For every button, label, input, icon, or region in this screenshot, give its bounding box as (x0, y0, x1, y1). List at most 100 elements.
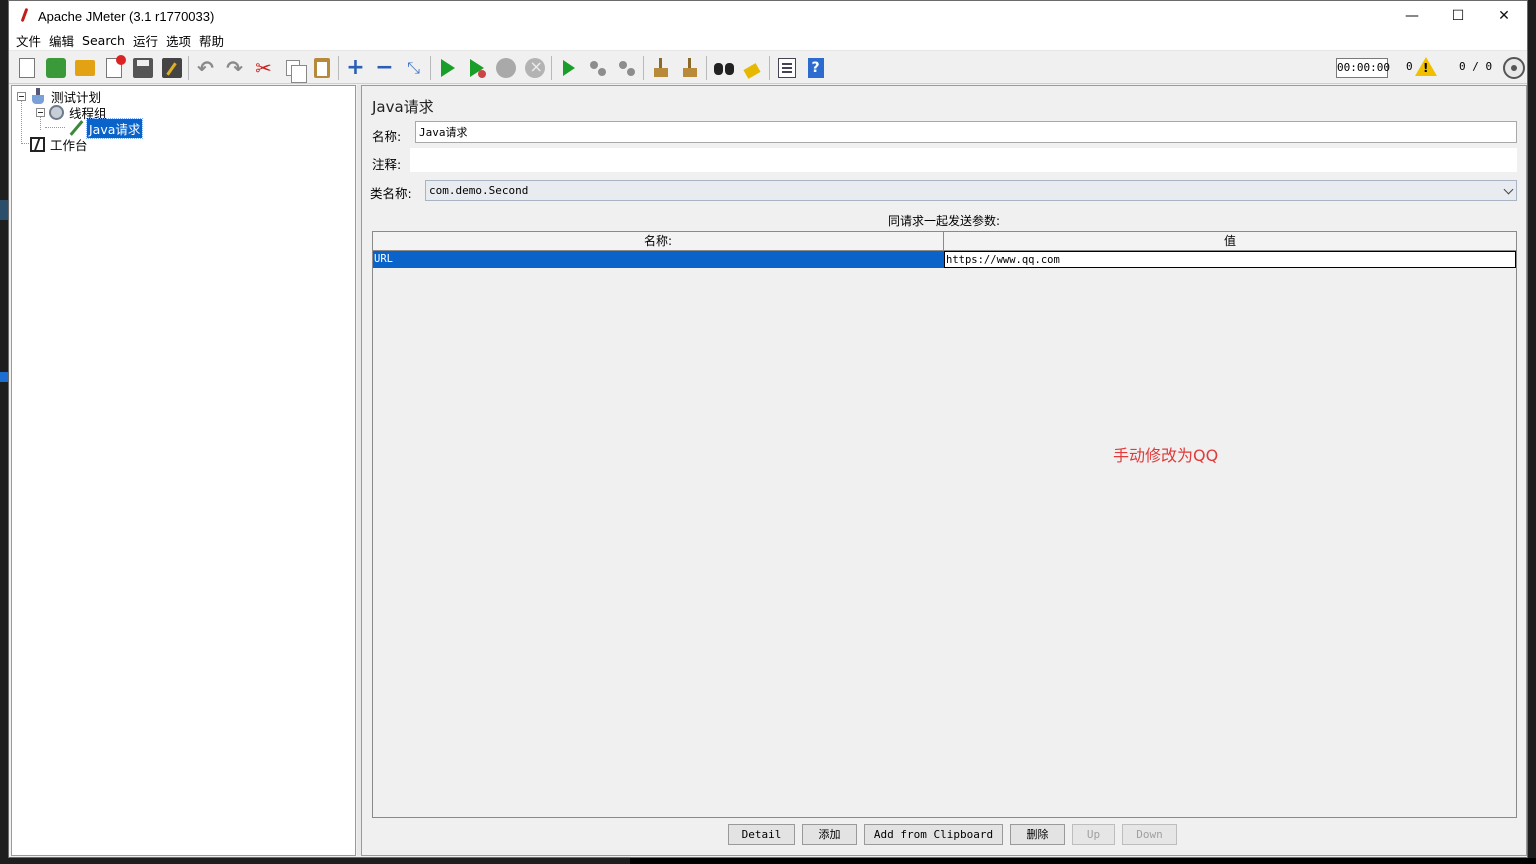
stop-icon (495, 57, 516, 78)
toolbar-separator (430, 55, 431, 80)
up-button[interactable]: Up (1072, 824, 1115, 845)
open-button[interactable] (72, 55, 98, 81)
menu-file[interactable]: 文件 (12, 31, 45, 50)
remote-start-icon (562, 59, 575, 76)
delete-button[interactable]: 删除 (1010, 824, 1065, 845)
clear-button[interactable] (648, 55, 674, 81)
toolbar: ↶ ↷ ✂ + − ⤡ ? 00:00:00 0 0 / 0 (9, 52, 1527, 84)
stop-button[interactable] (493, 55, 519, 81)
warning-icon[interactable] (1415, 57, 1437, 76)
elapsed-timer: 00:00:00 (1336, 58, 1390, 78)
expand-icon: + (346, 54, 365, 80)
add-from-clipboard-button[interactable]: Add from Clipboard (864, 824, 1003, 845)
table-actions: Detail 添加 Add from Clipboard 删除 Up Down (362, 824, 1526, 846)
active-threads-count: 0 / 0 (1459, 60, 1493, 73)
remote-shutdown-button[interactable] (614, 55, 640, 81)
search-icon (713, 61, 734, 75)
error-count: 0 (1406, 60, 1413, 73)
test-plan-tree: 测试计划 线程组 Java请求 工作台 (11, 85, 356, 856)
detail-button[interactable]: Detail (728, 824, 795, 845)
collapse-toggle[interactable] (36, 107, 45, 117)
start-no-pause-button[interactable] (464, 55, 490, 81)
undo-button[interactable]: ↶ (193, 55, 219, 81)
down-button[interactable]: Down (1122, 824, 1177, 845)
column-header-name[interactable]: 名称: (373, 232, 944, 251)
window-title: Apache JMeter (3.1 r1770033) (38, 8, 215, 24)
remote-shutdown-icon (617, 58, 637, 78)
tree-connector (45, 127, 65, 128)
help-button[interactable]: ? (803, 55, 829, 81)
redo-icon: ↷ (226, 55, 243, 80)
toolbar-separator (706, 55, 707, 80)
desktop-background (0, 200, 8, 220)
menu-help[interactable]: 帮助 (195, 31, 228, 50)
remote-start-button[interactable] (556, 55, 582, 81)
toggle-button[interactable]: ⤡ (401, 55, 427, 81)
function-helper-button[interactable] (774, 55, 800, 81)
save-button[interactable] (130, 55, 156, 81)
shutdown-button[interactable] (522, 55, 548, 81)
toolbar-separator (188, 55, 189, 80)
collapse-toggle[interactable] (17, 91, 26, 101)
expand-button[interactable]: + (343, 55, 369, 81)
remote-stop-button[interactable] (585, 55, 611, 81)
name-input[interactable] (415, 121, 1517, 143)
cut-button[interactable]: ✂ (251, 55, 277, 81)
templates-icon (45, 57, 66, 78)
tree-node-label: Java请求 (85, 117, 144, 139)
start-no-pause-icon (469, 58, 486, 78)
copy-button[interactable] (280, 55, 307, 83)
title-bar: Apache JMeter (3.1 r1770033) — ☐ ✕ (9, 1, 1527, 31)
new-button[interactable] (14, 55, 40, 81)
new-icon (18, 57, 35, 78)
reset-search-button[interactable] (740, 55, 766, 81)
templates-button[interactable] (43, 55, 69, 81)
menu-search[interactable]: Search (78, 33, 129, 48)
menu-edit[interactable]: 编辑 (45, 31, 78, 50)
close-button[interactable] (101, 54, 127, 81)
redo-button[interactable]: ↷ (222, 55, 248, 81)
minimize-button[interactable]: — (1389, 1, 1435, 31)
taskbar-fragment (630, 858, 1536, 864)
tree-node-workbench[interactable]: 工作台 (30, 136, 90, 153)
comment-label: 注释: (372, 157, 402, 172)
toolbar-separator (643, 55, 644, 80)
menu-run[interactable]: 运行 (129, 31, 162, 50)
help-icon: ? (807, 57, 824, 78)
clear-all-button[interactable] (677, 55, 703, 81)
desktop-background (0, 372, 8, 382)
close-window-button[interactable]: ✕ (1481, 1, 1527, 31)
add-button[interactable]: 添加 (802, 824, 857, 845)
chevron-down-icon (1503, 184, 1514, 195)
java-request-panel: Java请求 名称: 注释: 类名称: com.demo.Second 同请求一… (361, 85, 1527, 856)
maximize-button[interactable]: ☐ (1435, 1, 1481, 31)
save-icon (132, 57, 153, 78)
tree-connector (21, 100, 22, 144)
paste-button[interactable] (309, 55, 335, 81)
function-helper-icon (777, 57, 796, 78)
clear-icon (651, 57, 671, 78)
save-as-button[interactable] (159, 55, 185, 81)
cut-icon: ✂ (255, 55, 272, 80)
column-header-value[interactable]: 值 (944, 232, 1516, 251)
status-globe-icon (1503, 57, 1525, 79)
classname-select[interactable]: com.demo.Second (425, 180, 1517, 201)
collapse-icon: − (375, 54, 394, 80)
start-button[interactable] (435, 55, 461, 81)
comment-input[interactable] (410, 148, 1517, 172)
test-plan-icon (30, 88, 46, 104)
window-controls: — ☐ ✕ (1389, 1, 1527, 31)
tree-node-label: 工作台 (50, 137, 88, 153)
menu-options[interactable]: 选项 (162, 31, 195, 50)
table-cell-value[interactable]: https://www.qq.com (944, 251, 1516, 268)
search-button[interactable] (711, 55, 737, 81)
paste-icon (313, 57, 330, 78)
toolbar-separator (551, 55, 552, 80)
panel-title: Java请求 (372, 98, 434, 116)
name-label: 名称: (372, 129, 402, 144)
table-cell-name[interactable]: URL (373, 251, 944, 268)
close-icon (105, 54, 126, 78)
save-as-icon (161, 57, 182, 78)
annotation-text: 手动修改为QQ (1113, 446, 1219, 465)
collapse-button[interactable]: − (372, 55, 398, 81)
